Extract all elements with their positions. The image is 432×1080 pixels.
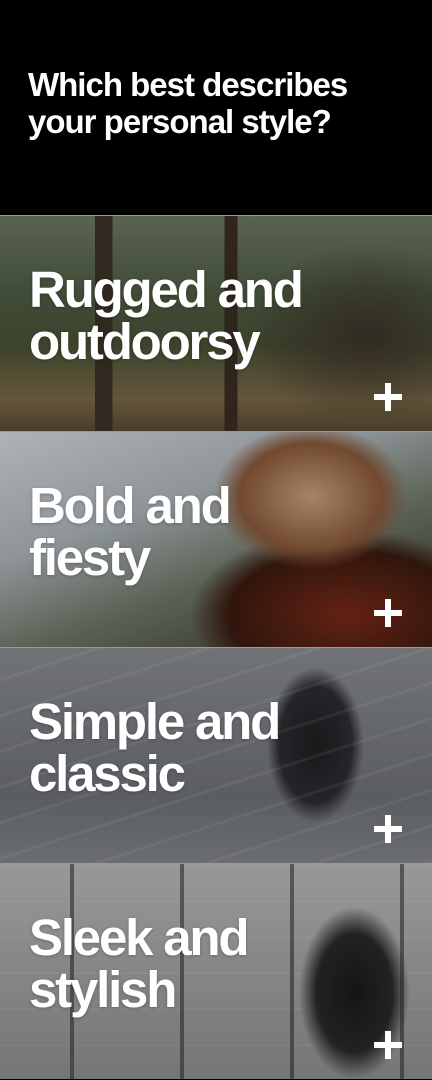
style-quiz-page: Which best describes your personal style… [0,0,432,1080]
option-label: Simple and classic [29,693,281,802]
option-label: Rugged and outdoorsy [29,261,304,370]
option-card-simple[interactable]: Simple and classic [0,647,432,863]
option-label: Sleek and stylish [29,909,250,1018]
question-header: Which best describes your personal style… [0,0,432,215]
question-title: Which best describes your personal style… [28,66,348,140]
plus-icon[interactable] [372,1029,404,1061]
plus-icon[interactable] [372,813,404,845]
plus-icon[interactable] [372,381,404,413]
option-card-rugged[interactable]: Rugged and outdoorsy [0,215,432,431]
option-label: Bold and fiesty [29,477,232,586]
plus-icon[interactable] [372,597,404,629]
option-card-sleek[interactable]: Sleek and stylish [0,863,432,1079]
option-card-bold[interactable]: Bold and fiesty [0,431,432,647]
